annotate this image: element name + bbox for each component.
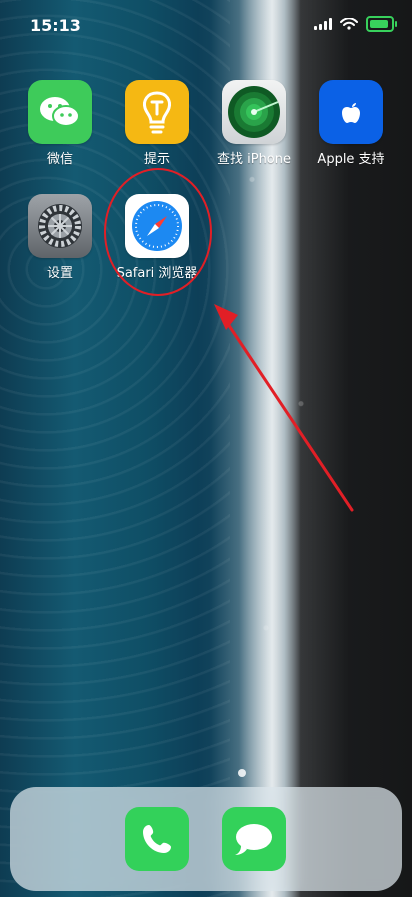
- annotation-circle: [104, 168, 212, 296]
- home-screen: 15:13 微信 提示 查找 iPhone Apple 支持 设置 Safari…: [0, 0, 412, 897]
- annotation-arrow-head: [214, 304, 238, 330]
- page-dot-active: [238, 769, 246, 777]
- phone-icon[interactable]: [125, 807, 189, 871]
- dock: [10, 787, 402, 891]
- page-indicator[interactable]: [0, 769, 412, 779]
- annotation-arrow-shaft: [222, 316, 354, 512]
- messages-icon[interactable]: [222, 807, 286, 871]
- annotation-overlay: [104, 168, 354, 512]
